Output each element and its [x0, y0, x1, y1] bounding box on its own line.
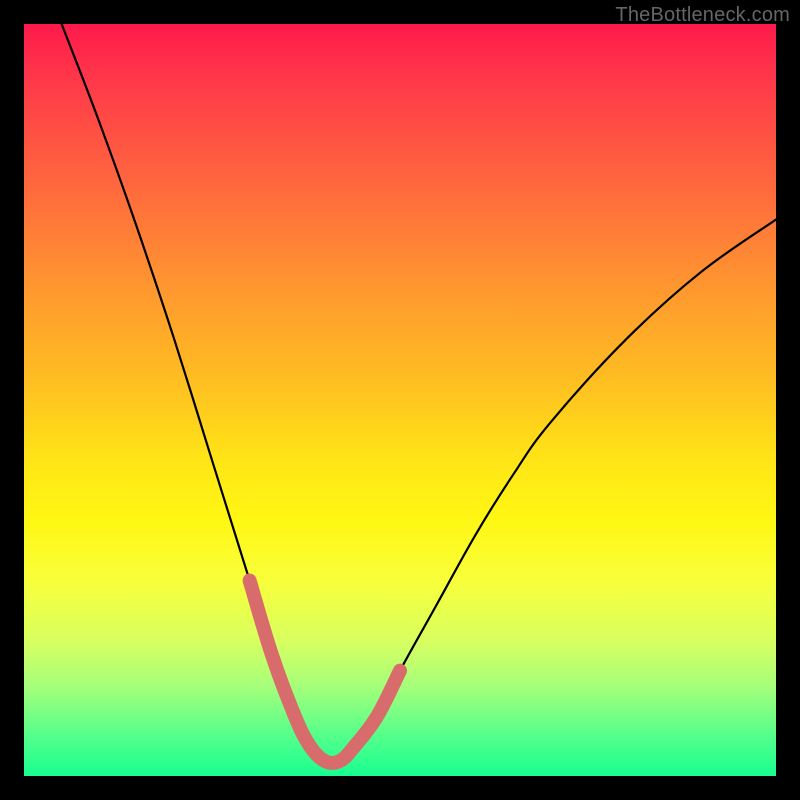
bottleneck-curve-path	[62, 24, 776, 763]
watermark-text: TheBottleneck.com	[615, 4, 790, 27]
chart-stage: TheBottleneck.com	[0, 0, 800, 800]
plot-area	[24, 24, 776, 776]
bottleneck-curve-highlight	[250, 581, 400, 764]
bottleneck-curve-svg	[24, 24, 776, 776]
